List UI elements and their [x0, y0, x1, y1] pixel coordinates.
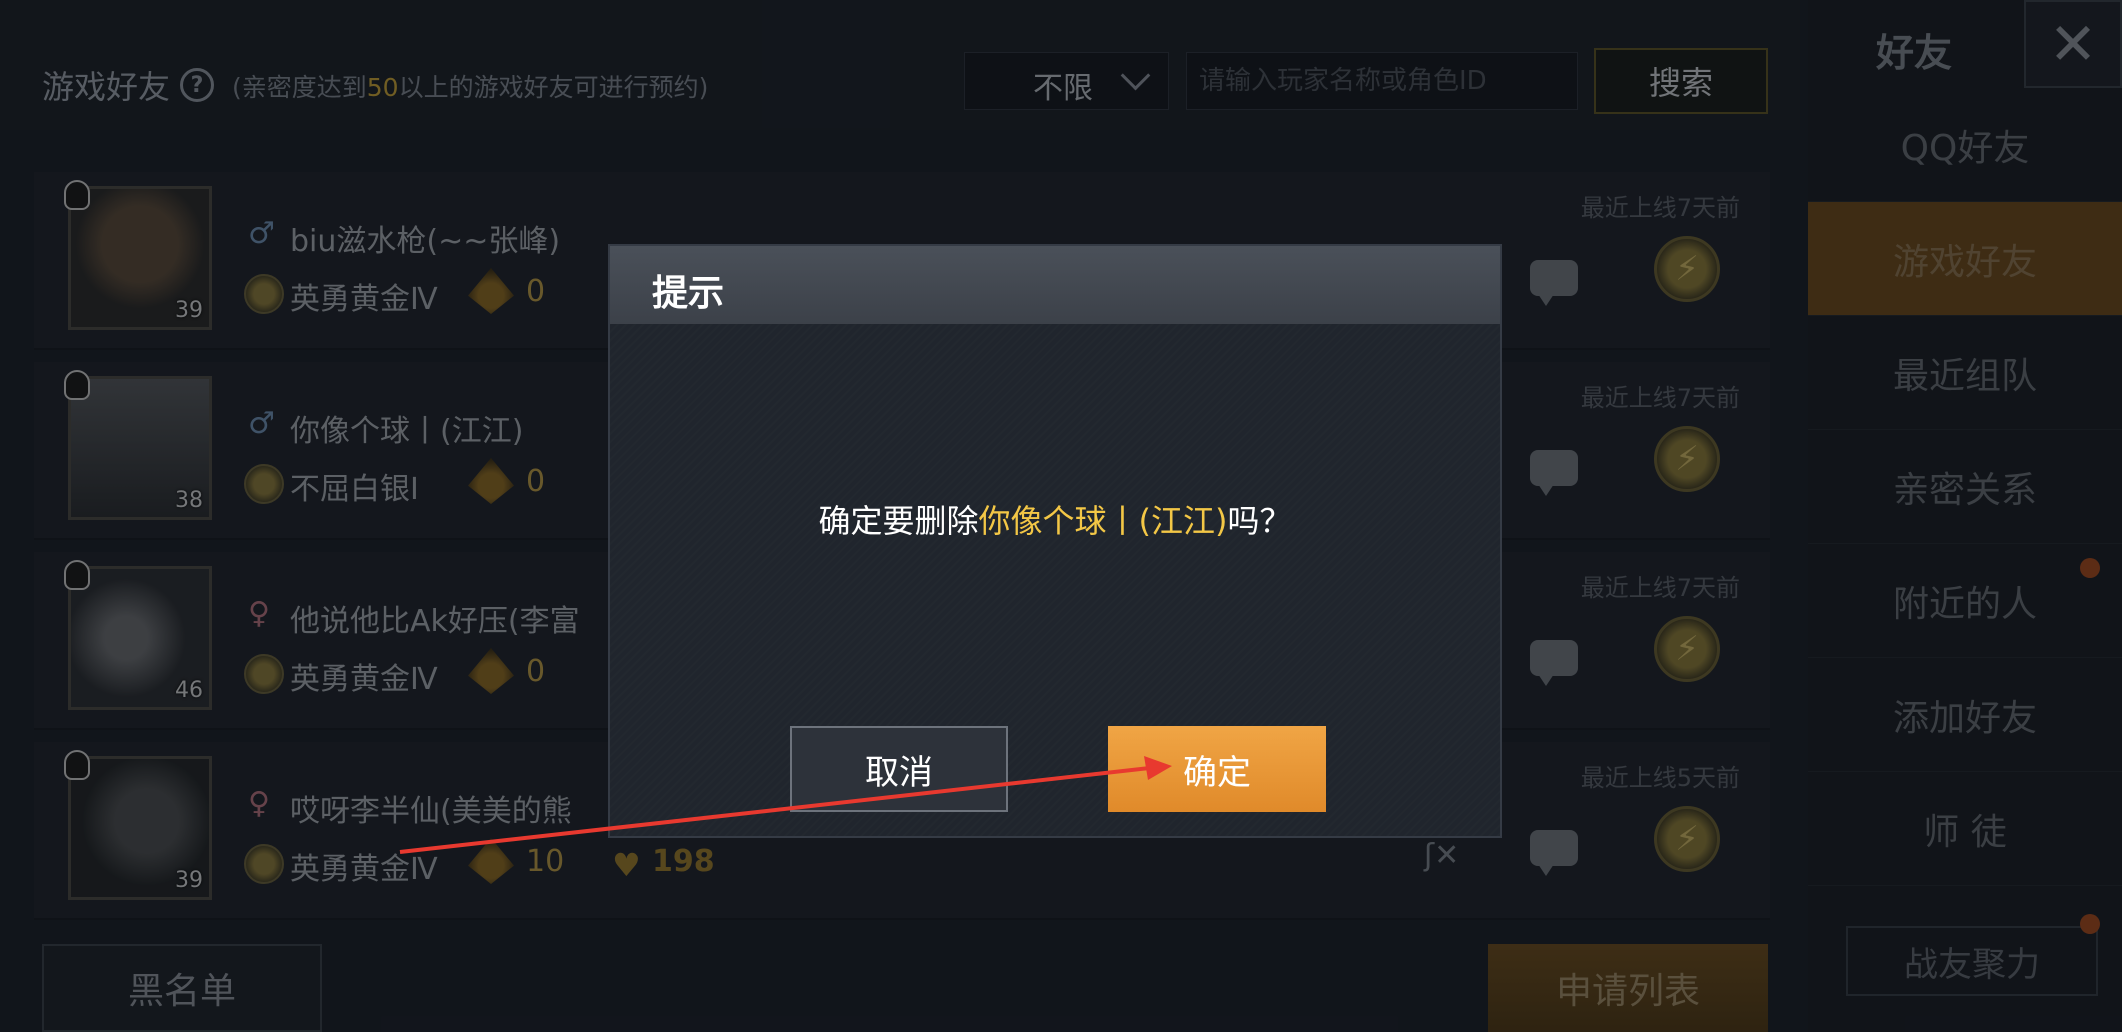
confirm-dialog: 提示 确定要删除你像个球丨(江江)吗？ 取消 确定 [608, 244, 1502, 838]
confirm-button[interactable]: 确定 [1108, 726, 1326, 812]
message-suffix: 吗？ [1227, 502, 1292, 540]
dialog-title: 提示 [652, 273, 725, 314]
message-prefix: 确定要删除 [818, 502, 979, 540]
dialog-message: 确定要删除你像个球丨(江江)吗？ [610, 496, 1500, 542]
message-friend-name: 你像个球丨(江江) [978, 502, 1228, 540]
cancel-button[interactable]: 取消 [790, 726, 1008, 812]
dialog-header: 提示 [610, 246, 1500, 324]
